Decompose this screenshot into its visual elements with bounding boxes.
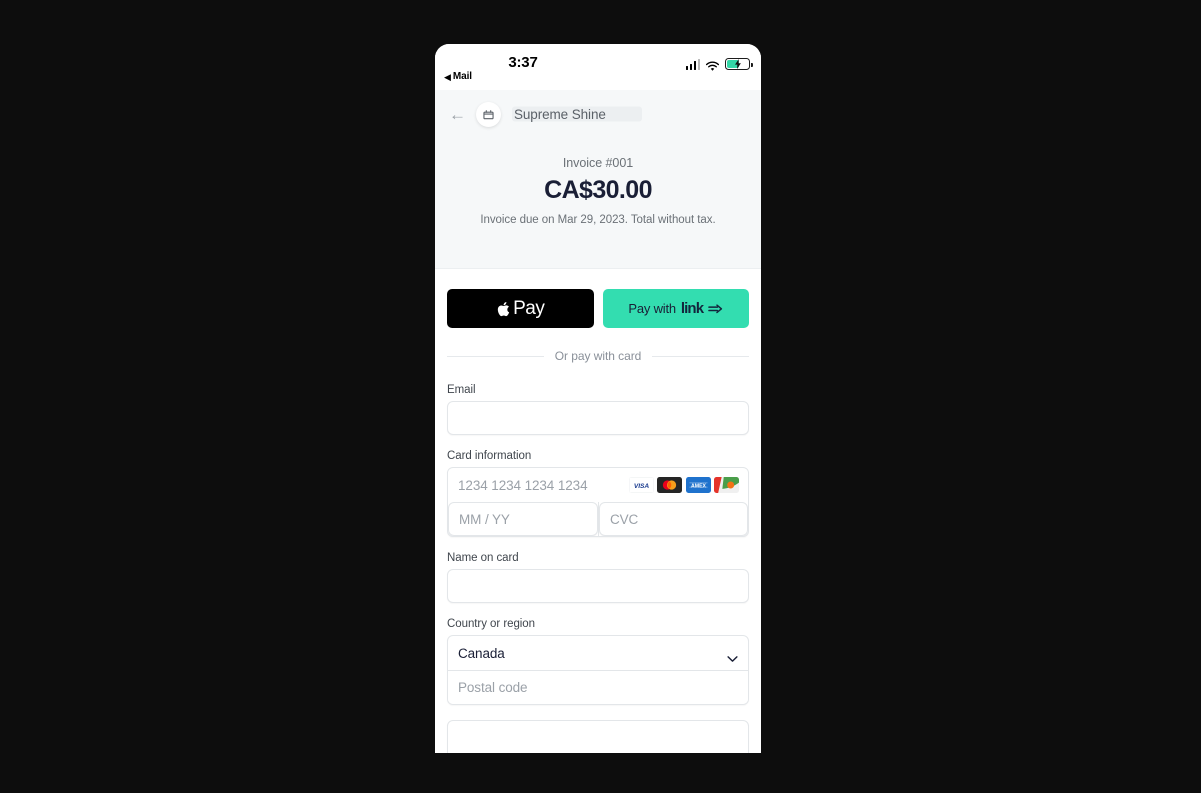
link-logo-wordmark: link (680, 300, 704, 317)
invoice-summary: Invoice #001 CA$30.00 Invoice due on Mar… (435, 138, 761, 269)
country-region-group: Country or region Canada (447, 618, 749, 705)
card-information-group: Card information VISA (447, 450, 749, 537)
visa-icon: VISA (628, 477, 654, 493)
status-back-label: Mail (452, 71, 472, 82)
merchant-name-area: Supreme Shine (512, 106, 642, 122)
apple-pay-content: Pay (496, 297, 545, 320)
divider-label: Or pay with card (554, 349, 642, 363)
apple-pay-label: Pay (513, 297, 545, 319)
country-selected-value: Canada (458, 645, 505, 661)
apple-pay-button[interactable]: Pay (447, 289, 594, 328)
or-pay-with-card-divider: Or pay with card (447, 349, 750, 363)
pay-with-link-button[interactable]: Pay with link (602, 289, 749, 328)
country-postal-combo: Canada (447, 635, 749, 705)
link-button-prefix: Pay with (628, 301, 676, 316)
svg-text:VISA: VISA (633, 483, 649, 490)
invoice-amount: CA$30.00 (544, 176, 652, 204)
amex-icon: AMEX (685, 477, 711, 493)
email-field-group: Email (447, 384, 749, 435)
name-on-card-label: Name on card (447, 552, 519, 564)
divider-rule-right (652, 355, 750, 357)
card-information-label: Card information (447, 450, 532, 462)
phone-screen: ◀ Mail 3:37 ← Supreme Shine Invoice #001… (435, 44, 761, 753)
country-select[interactable]: Canada (448, 636, 748, 670)
postal-code-input[interactable] (448, 671, 748, 704)
svg-text:AMEX: AMEX (691, 483, 707, 489)
cellular-bars-icon (685, 58, 700, 70)
expiry-cell (448, 502, 598, 536)
expiry-input[interactable] (448, 502, 598, 536)
mastercard-icon (657, 477, 682, 493)
back-icon[interactable]: ← (449, 106, 466, 123)
email-label: Email (447, 384, 476, 396)
ios-status-bar: ◀ Mail 3:37 (435, 44, 761, 90)
next-field-partial[interactable] (447, 720, 749, 753)
apple-icon (496, 300, 511, 318)
merchant-name: Supreme Shine (514, 106, 606, 122)
screenshot-canvas: ◀ Mail 3:37 ← Supreme Shine Invoice #001… (0, 0, 1201, 793)
expiry-cvc-row (448, 502, 748, 536)
cvc-cell (598, 502, 748, 536)
invoice-number: Invoice #001 (562, 156, 634, 170)
divider-rule-left (447, 355, 544, 357)
battery-charging-icon (725, 58, 753, 70)
chevron-down-icon (727, 650, 738, 662)
merchant-header: ← Supreme Shine (435, 90, 761, 138)
link-arrow-icon (708, 303, 723, 315)
storefront-icon (476, 101, 501, 127)
card-information-combo: VISA AMEX (447, 467, 749, 537)
accepted-card-brands: VISA AMEX (628, 477, 739, 493)
wallet-buttons-row: Pay Pay with link (447, 289, 749, 328)
discover-icon (714, 477, 739, 493)
card-number-row: VISA AMEX (448, 468, 748, 502)
back-triangle-icon: ◀ (444, 72, 451, 82)
status-indicators (685, 58, 753, 71)
email-input[interactable] (447, 401, 749, 435)
name-on-card-group: Name on card (447, 552, 749, 603)
postal-code-row (448, 670, 748, 704)
country-region-label: Country or region (447, 618, 536, 630)
name-on-card-input[interactable] (447, 569, 749, 603)
wifi-icon (705, 59, 720, 71)
cvc-input[interactable] (599, 502, 748, 536)
invoice-due-note: Invoice due on Mar 29, 2023. Total witho… (480, 214, 716, 226)
payment-section: Pay Pay with link Or pay with card Email… (435, 269, 761, 753)
